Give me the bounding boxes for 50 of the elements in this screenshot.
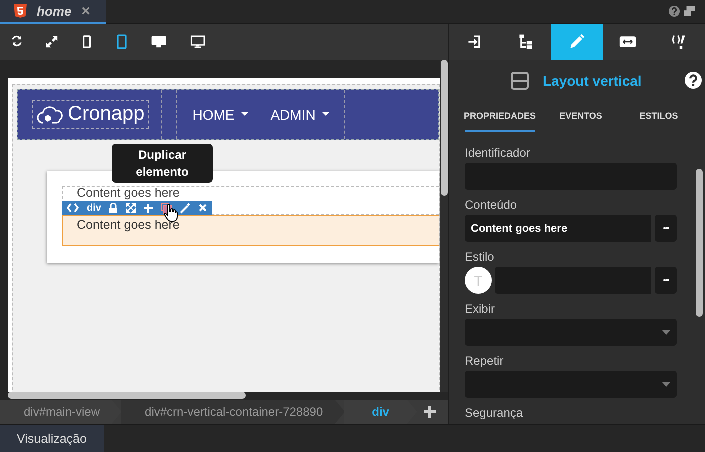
expand-icon[interactable] bbox=[44, 34, 60, 50]
breadcrumb-item[interactable]: div#crn-vertical-container-728890 bbox=[121, 400, 346, 424]
horizontal-scrollbar[interactable] bbox=[8, 392, 246, 399]
monitor-icon[interactable] bbox=[188, 34, 208, 50]
element-tag: div bbox=[87, 202, 102, 214]
vertical-layout-icon bbox=[511, 72, 529, 90]
nav-menu-item[interactable]: HOME bbox=[192, 106, 249, 122]
add-icon[interactable] bbox=[424, 406, 436, 418]
code-icon[interactable] bbox=[67, 203, 79, 213]
field-label: Conteúdo bbox=[465, 198, 518, 212]
pencil-icon bbox=[568, 33, 586, 51]
cloud-icon bbox=[36, 104, 66, 124]
properties-tab[interactable]: ESTILOS bbox=[627, 102, 691, 132]
caret-icon bbox=[662, 382, 671, 387]
nav-menu-item[interactable]: ADMIN bbox=[270, 106, 330, 122]
lock-icon[interactable] bbox=[109, 203, 118, 213]
nav-divider bbox=[160, 90, 177, 139]
caret-icon bbox=[662, 330, 671, 335]
more-button[interactable]: ••• bbox=[655, 267, 677, 294]
editor-tab[interactable]: home × bbox=[0, 0, 106, 24]
field-label: Identificador bbox=[465, 146, 532, 160]
field-label: Estilo bbox=[465, 250, 496, 264]
tab-label: home bbox=[37, 4, 72, 18]
tree-icon bbox=[516, 33, 535, 51]
field-label: Repetir bbox=[465, 354, 505, 368]
properties-tab[interactable]: EVENTOS bbox=[549, 102, 613, 132]
section-label: Segurança bbox=[465, 406, 524, 420]
panel-title: Layout vertical bbox=[543, 73, 642, 89]
tooltip: Duplicar elemento bbox=[112, 144, 213, 183]
properties-tab[interactable]: PROPRIEDADES bbox=[465, 102, 535, 132]
more-button[interactable]: ••• bbox=[655, 215, 677, 242]
caret-icon bbox=[322, 112, 330, 117]
logo-text: Cronapp bbox=[68, 103, 145, 126]
html5-icon bbox=[14, 4, 27, 18]
close-tab-button[interactable]: × bbox=[82, 2, 90, 20]
vertical-scrollbar[interactable] bbox=[441, 60, 448, 196]
magic-wand-icon[interactable] bbox=[180, 202, 192, 214]
caret-icon bbox=[240, 112, 249, 117]
vertical-scrollbar[interactable] bbox=[696, 169, 703, 317]
input-field[interactable]: Content goes here bbox=[465, 215, 651, 242]
help-icon[interactable] bbox=[685, 72, 702, 89]
view-tab[interactable]: Visualização bbox=[0, 425, 104, 452]
plus-icon[interactable] bbox=[144, 204, 154, 212]
desktop-icon[interactable] bbox=[149, 34, 169, 50]
close-icon[interactable] bbox=[199, 204, 208, 212]
hand-cursor-icon bbox=[164, 204, 178, 222]
tablet-icon[interactable] bbox=[114, 34, 130, 50]
restore-window-icon[interactable] bbox=[684, 6, 695, 17]
field-label: Exibir bbox=[465, 302, 496, 316]
content-text[interactable]: Content goes here bbox=[62, 215, 439, 246]
